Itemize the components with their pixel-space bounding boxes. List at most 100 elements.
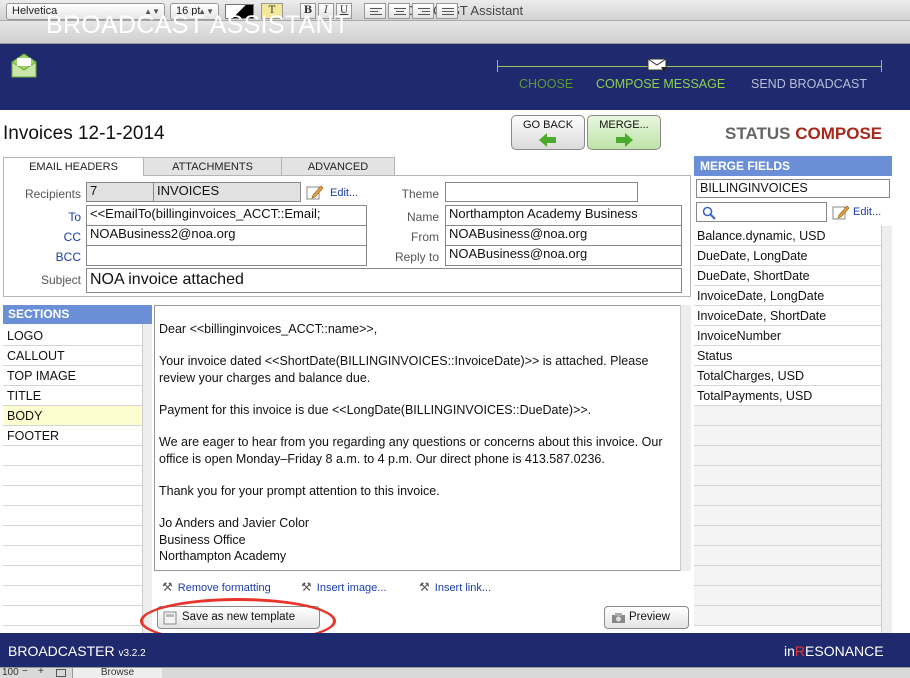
- subject-label: Subject: [40, 273, 81, 287]
- zoom-in-icon[interactable]: +: [38, 667, 44, 677]
- section-empty-row: [3, 606, 142, 626]
- tab-attachments[interactable]: ATTACHMENTS: [143, 157, 282, 176]
- reply-to-label: Reply to: [394, 250, 439, 264]
- step-compose-message[interactable]: COMPOSE MESSAGE: [596, 77, 725, 91]
- merge-field-item[interactable]: TotalCharges, USD: [694, 366, 881, 386]
- align-center-button[interactable]: [388, 3, 410, 19]
- body-paragraph: Payment for this invoice is due <<LongDa…: [159, 402, 592, 417]
- merge-empty-row: [694, 426, 881, 446]
- vendor-logo-part: R: [794, 643, 806, 659]
- merge-field-item[interactable]: InvoiceDate, ShortDate: [694, 306, 881, 326]
- recipients-group[interactable]: INVOICES: [153, 182, 301, 202]
- tab-email-headers[interactable]: EMAIL HEADERS: [3, 157, 144, 176]
- remove-formatting-link[interactable]: ⚒ Remove formatting: [162, 580, 271, 594]
- status-indicator: STATUS COMPOSE: [725, 124, 882, 144]
- bcc-field[interactable]: [86, 245, 367, 266]
- section-item-logo[interactable]: LOGO: [3, 326, 142, 346]
- vendor-logo-part: in: [784, 643, 795, 659]
- cc-label[interactable]: CC: [6, 230, 81, 244]
- preview-button[interactable]: Preview: [604, 606, 689, 629]
- merge-empty-row: [694, 486, 881, 506]
- merge-field-item[interactable]: TotalPayments, USD: [694, 386, 881, 406]
- to-field[interactable]: <<EmailTo(billinginvoices_ACCT::Email;: [86, 205, 367, 226]
- subject-field[interactable]: NOA invoice attached: [86, 268, 682, 293]
- active-tab-joint: [4, 175, 143, 177]
- from-field[interactable]: NOABusiness@noa.org: [445, 225, 682, 246]
- section-item-footer[interactable]: FOOTER: [3, 426, 142, 446]
- from-name-field[interactable]: Northampton Academy Business: [445, 205, 682, 226]
- body-text[interactable]: Dear <<billinginvoices_ACCT::name>>, You…: [159, 321, 679, 564]
- hammer-icon: ⚒: [419, 580, 430, 594]
- edit-recipients-link[interactable]: Edit...: [330, 187, 358, 199]
- merge-empty-row: [694, 586, 881, 606]
- align-justify-button[interactable]: [436, 3, 458, 19]
- merge-table-field[interactable]: BILLINGINVOICES: [696, 179, 890, 198]
- arrow-right-icon: [616, 133, 633, 147]
- section-item-title[interactable]: TITLE: [3, 386, 142, 406]
- sections-scrollbar[interactable]: [142, 324, 152, 633]
- hammer-icon: ⚒: [162, 580, 173, 594]
- zoom-level[interactable]: 100: [2, 668, 19, 678]
- section-empty-row: [3, 526, 142, 546]
- step-choose[interactable]: CHOOSE: [519, 77, 573, 91]
- envelope-logo-icon: [11, 53, 37, 78]
- merge-button[interactable]: MERGE...: [587, 115, 661, 150]
- zoom-out-icon[interactable]: −: [22, 667, 28, 677]
- hammer-icon: ⚒: [301, 580, 312, 594]
- from-label: From: [411, 230, 439, 244]
- merge-field-item[interactable]: DueDate, ShortDate: [694, 266, 881, 286]
- edit-pencil-icon[interactable]: [306, 184, 324, 200]
- merge-field-item[interactable]: InvoiceDate, LongDate: [694, 286, 881, 306]
- filemaker-status-bar: 100 − + Browse: [0, 667, 910, 678]
- toolbar-toggle-icon[interactable]: [56, 669, 66, 677]
- reply-to-field[interactable]: NOABusiness@noa.org: [445, 245, 682, 266]
- vendor-logo: inRESONANCE: [784, 643, 884, 659]
- progress-tick: [497, 60, 498, 72]
- preview-label: Preview: [629, 611, 670, 623]
- section-item-callout[interactable]: CALLOUT: [3, 346, 142, 366]
- body-scrollbar[interactable]: [680, 305, 691, 571]
- insert-image-link[interactable]: ⚒ Insert image...: [301, 580, 386, 594]
- section-item-body[interactable]: BODY: [3, 406, 142, 426]
- merge-search-input[interactable]: [696, 202, 827, 222]
- theme-field[interactable]: [445, 182, 638, 202]
- merge-field-item[interactable]: Balance.dynamic, USD: [694, 226, 881, 246]
- preview-icon: [612, 613, 625, 623]
- edit-pencil-icon[interactable]: [832, 204, 850, 220]
- status-value: COMPOSE: [795, 124, 883, 143]
- mode-popup[interactable]: Browse: [72, 668, 162, 678]
- step-send-broadcast[interactable]: SEND BROADCAST: [751, 77, 867, 91]
- merge-fields-header: MERGE FIELDS: [694, 156, 892, 176]
- merge-field-item[interactable]: Status: [694, 346, 881, 366]
- body-paragraph: We are eager to hear from you regarding …: [159, 435, 663, 466]
- merge-empty-row: [694, 466, 881, 486]
- insert-link-link[interactable]: ⚒ Insert link...: [419, 580, 491, 594]
- app-title: BROADCAST ASSISTANT: [46, 11, 350, 39]
- body-paragraph: Your invoice dated <<ShortDate(BILLINGIN…: [159, 354, 649, 385]
- section-empty-row: [3, 546, 142, 566]
- progress-track: [497, 66, 881, 67]
- merge-field-item[interactable]: DueDate, LongDate: [694, 246, 881, 266]
- insert-image-label: Insert image...: [316, 582, 387, 594]
- edit-merge-fields-link[interactable]: Edit...: [853, 206, 881, 218]
- merge-label: MERGE...: [599, 119, 649, 131]
- theme-label: Theme: [401, 187, 439, 201]
- cc-field[interactable]: NOABusiness2@noa.org: [86, 225, 367, 246]
- merge-empty-row: [694, 526, 881, 546]
- body-editor[interactable]: Dear <<billinginvoices_ACCT::name>>, You…: [154, 305, 691, 571]
- progress-tick: [881, 60, 882, 72]
- go-back-button[interactable]: GO BACK: [511, 115, 585, 150]
- tab-advanced[interactable]: ADVANCED: [281, 157, 395, 176]
- section-item-top-image[interactable]: TOP IMAGE: [3, 366, 142, 386]
- align-right-button[interactable]: [412, 3, 434, 19]
- current-step-envelope-icon: [647, 58, 667, 72]
- to-label[interactable]: To: [6, 210, 81, 224]
- align-left-button[interactable]: [364, 3, 386, 19]
- bcc-label[interactable]: BCC: [6, 250, 81, 264]
- go-back-label: GO BACK: [522, 119, 574, 131]
- arrow-left-icon: [539, 133, 556, 147]
- remove-formatting-label: Remove formatting: [177, 582, 271, 594]
- merge-empty-row: [694, 546, 881, 566]
- merge-fields-scrollbar[interactable]: [881, 226, 892, 633]
- merge-field-item[interactable]: InvoiceNumber: [694, 326, 881, 346]
